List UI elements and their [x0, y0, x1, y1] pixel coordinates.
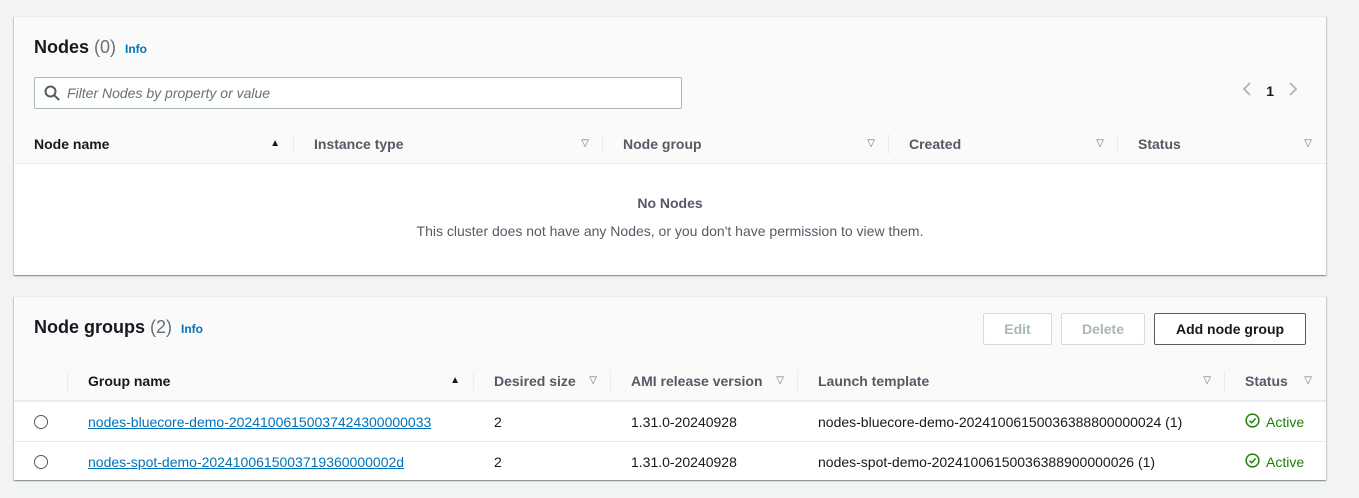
radio-button[interactable]: [34, 454, 48, 469]
sort-icon: ▽: [1304, 375, 1312, 386]
node-groups-header: Node groups (2) Info Edit Delete Add nod…: [14, 297, 1326, 361]
sort-icon: ▽: [1096, 138, 1104, 149]
column-node-group[interactable]: Node group ▽: [603, 124, 889, 163]
ami-version: 1.31.0-20240928: [631, 453, 737, 470]
row-radio[interactable]: [34, 454, 48, 469]
node-groups-title: Node groups: [34, 317, 145, 337]
edit-button[interactable]: Edit: [983, 313, 1052, 345]
desired-size: 2: [494, 453, 502, 470]
delete-button[interactable]: Delete: [1061, 313, 1145, 345]
nodes-pagination: 1: [1242, 81, 1298, 100]
launch-template: nodes-bluecore-demo-20241006150036388800…: [818, 413, 1183, 430]
chevron-right-icon[interactable]: [1288, 81, 1298, 100]
nodes-filter[interactable]: [34, 77, 682, 109]
sort-icon: ▽: [867, 138, 875, 149]
row-radio[interactable]: [34, 414, 48, 429]
node-groups-count: (2): [150, 317, 172, 337]
group-name-link[interactable]: nodes-spot-demo-202410061500371936000000…: [88, 454, 404, 470]
check-circle-icon: [1245, 452, 1260, 471]
column-label: Instance type: [314, 135, 404, 152]
sort-icon: ▽: [589, 375, 597, 386]
page-number[interactable]: 1: [1266, 83, 1274, 99]
column-label: Desired size: [494, 372, 576, 389]
node-groups-table-header: Group name ▲ Desired size ▽ AMI release …: [14, 361, 1326, 401]
column-node-name[interactable]: Node name ▲: [14, 124, 294, 163]
nodes-panel-header: Nodes (0) Info 1 Node name ▲: [14, 17, 1326, 164]
column-ami-release-version[interactable]: AMI release version ▽: [611, 361, 798, 400]
status-label: Active: [1266, 413, 1305, 430]
column-launch-template[interactable]: Launch template ▽: [798, 361, 1225, 400]
search-icon: [37, 85, 67, 101]
column-instance-type[interactable]: Instance type ▽: [294, 124, 603, 163]
sort-icon: ▽: [581, 138, 589, 149]
column-label: Node name: [34, 135, 110, 152]
table-row[interactable]: nodes-bluecore-demo-20241006150037424300…: [14, 401, 1326, 441]
column-desired-size[interactable]: Desired size ▽: [474, 361, 611, 400]
column-label: Group name: [88, 372, 171, 389]
desired-size: 2: [494, 413, 502, 430]
status-badge: Active: [1245, 452, 1305, 471]
nodes-panel: Nodes (0) Info 1 Node name ▲: [14, 16, 1326, 275]
empty-description: This cluster does not have any Nodes, or…: [416, 223, 924, 239]
column-label: Status: [1138, 135, 1181, 152]
ami-version: 1.31.0-20240928: [631, 413, 737, 430]
launch-template: nodes-spot-demo-202410061500363889000000…: [818, 453, 1156, 470]
column-label: Status: [1245, 372, 1288, 389]
nodes-filter-input[interactable]: [67, 85, 681, 101]
add-node-group-button[interactable]: Add node group: [1154, 313, 1306, 345]
column-label: Created: [909, 135, 962, 152]
empty-title: No Nodes: [637, 195, 703, 211]
radio-button[interactable]: [34, 414, 48, 429]
column-status[interactable]: Status ▽: [1118, 124, 1326, 163]
sort-icon: ▽: [1203, 375, 1211, 386]
column-select: [14, 361, 68, 400]
nodes-empty-state: No Nodes This cluster does not have any …: [14, 195, 1326, 239]
check-circle-icon: [1245, 412, 1260, 431]
status-label: Active: [1266, 453, 1305, 470]
sort-ascending-icon: ▲: [270, 138, 280, 149]
status-badge: Active: [1245, 412, 1305, 431]
column-label: Node group: [623, 135, 702, 152]
column-group-name[interactable]: Group name ▲: [68, 361, 474, 400]
column-label: Launch template: [818, 372, 930, 389]
sort-ascending-icon: ▲: [450, 375, 460, 386]
node-groups-info-link[interactable]: Info: [181, 322, 203, 336]
column-created[interactable]: Created ▽: [889, 124, 1118, 163]
column-status[interactable]: Status ▽: [1225, 361, 1326, 400]
nodes-title: Nodes: [34, 37, 90, 57]
column-label: AMI release version: [631, 372, 763, 389]
nodes-count: (0): [94, 37, 117, 57]
node-groups-panel: Node groups (2) Info Edit Delete Add nod…: [14, 296, 1326, 480]
sort-icon: ▽: [776, 375, 784, 386]
node-groups-title-row: Node groups (2) Info: [34, 317, 203, 338]
nodes-title-row: Nodes (0) Info: [34, 37, 147, 58]
group-name-link[interactable]: nodes-bluecore-demo-20241006150037424300…: [88, 414, 431, 430]
nodes-info-link[interactable]: Info: [125, 42, 147, 56]
nodes-table-header: Node name ▲ Instance type ▽ Node group ▽…: [14, 124, 1326, 164]
chevron-left-icon[interactable]: [1242, 81, 1252, 100]
table-row[interactable]: nodes-spot-demo-202410061500371936000000…: [14, 441, 1326, 481]
sort-icon: ▽: [1304, 138, 1312, 149]
